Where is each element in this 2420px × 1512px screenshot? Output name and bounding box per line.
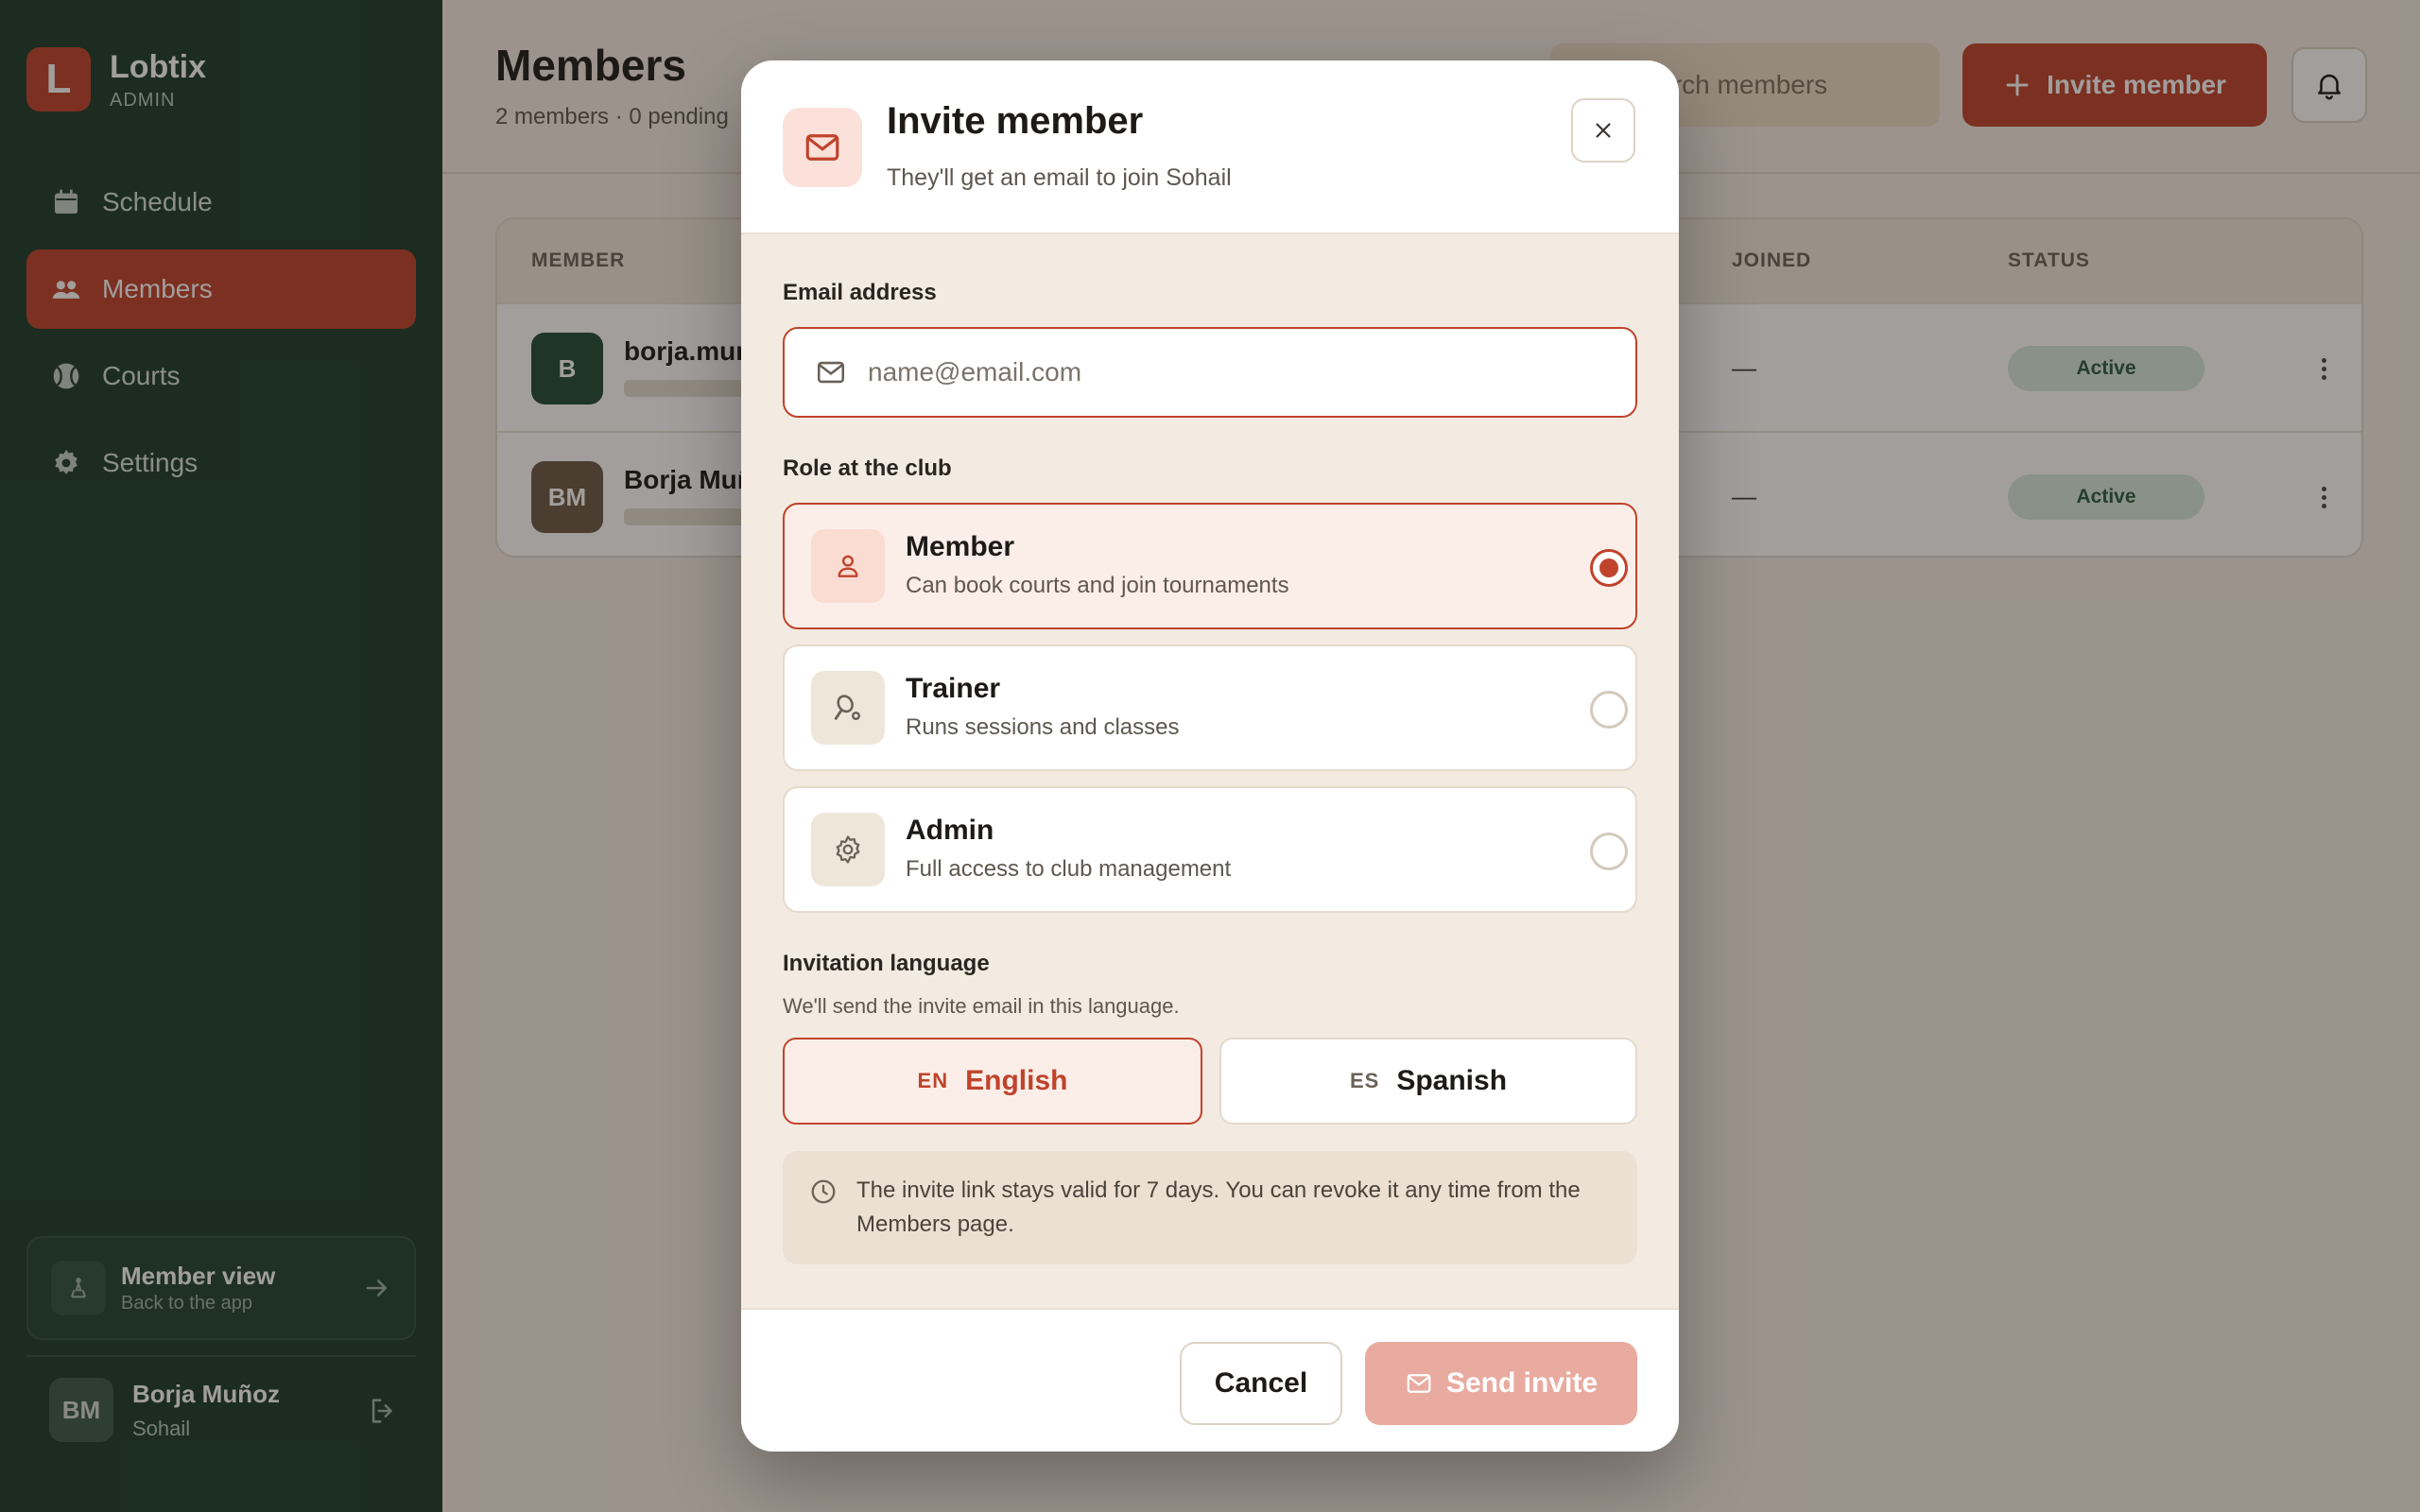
clock-icon [809, 1177, 838, 1211]
language-code: EN [917, 1069, 949, 1092]
dialog-header: Invite member They'll get an email to jo… [741, 60, 1679, 234]
racket-icon [811, 671, 885, 745]
language-name: English [965, 1065, 1068, 1096]
role-label: Role at the club [783, 455, 952, 481]
role-description: Can book courts and join tournaments [906, 573, 1289, 598]
invite-note-text: The invite link stays valid for 7 days. … [856, 1177, 1581, 1237]
close-icon [1596, 123, 1611, 138]
role-option-member[interactable]: Member Can book courts and join tourname… [783, 503, 1637, 629]
role-radio[interactable] [1590, 833, 1628, 870]
send-invite-label: Send invite [1445, 1367, 1599, 1399]
role-title: Admin [906, 815, 994, 846]
dialog-footer: Cancel Send invite [741, 1308, 1679, 1452]
role-title: Trainer [906, 673, 1001, 704]
role-option-trainer[interactable]: Trainer Runs sessions and classes [783, 644, 1637, 771]
role-description: Full access to club management [906, 856, 1232, 882]
language-help: We'll send the invite email in this lang… [783, 994, 1180, 1018]
cancel-button[interactable]: Cancel [1180, 1342, 1342, 1425]
dialog-title: Invite member [887, 100, 1144, 142]
email-input[interactable] [868, 357, 1586, 387]
mail-icon [1407, 1374, 1431, 1393]
person-icon [811, 529, 885, 603]
language-code: ES [1349, 1069, 1380, 1092]
mail-icon [783, 108, 862, 187]
role-radio[interactable] [1590, 549, 1628, 587]
language-option-spanish[interactable]: ES Spanish [1219, 1038, 1637, 1125]
language-name: Spanish [1396, 1065, 1508, 1096]
role-radio[interactable] [1590, 691, 1628, 729]
email-field[interactable] [783, 327, 1637, 418]
role-option-admin[interactable]: Admin Full access to club management [783, 786, 1637, 913]
role-title: Member [906, 531, 1015, 562]
dialog-subtitle: They'll get an email to join Sohail [887, 164, 1232, 191]
gear-icon [811, 813, 885, 886]
language-label: Invitation language [783, 951, 990, 976]
role-description: Runs sessions and classes [906, 714, 1180, 740]
send-invite-button[interactable]: Send invite [1365, 1342, 1637, 1425]
language-option-english[interactable]: EN English [783, 1038, 1202, 1125]
invite-note: The invite link stays valid for 7 days. … [783, 1151, 1637, 1264]
close-button[interactable] [1571, 98, 1635, 163]
mail-icon [817, 361, 845, 384]
email-label: Email address [783, 280, 937, 305]
invite-member-dialog: Invite member They'll get an email to jo… [741, 60, 1679, 1452]
